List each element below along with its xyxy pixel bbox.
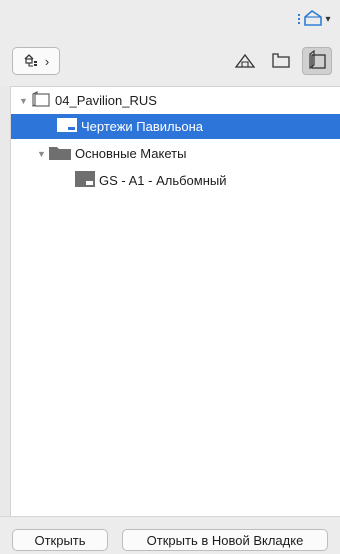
project-map-button[interactable] [230,47,260,75]
bottom-bar: Открыть Открыть в Новой Вкладке [0,516,340,554]
navigator-toolbar: › [0,42,340,86]
disclosure-triangle-icon[interactable]: ▼ [19,96,31,106]
tree-item-label: Основные Макеты [75,146,187,161]
navigator-view-switch [230,47,332,75]
tree-item-drawings[interactable]: Чертежи Павильона [11,114,340,139]
tree-view-button[interactable]: › [12,47,60,75]
project-map-icon [234,51,256,72]
layout-view-icon [297,9,323,30]
navigator-tree[interactable]: ▼ 04_Pavilion_RUS Чертежи Павильона ▼ Ос… [10,86,340,517]
layout-book-icon [31,91,51,110]
tree-item-project[interactable]: ▼ 04_Pavilion_RUS [11,88,340,113]
chevron-down-icon: ▾ [325,13,331,25]
view-type-dropdown[interactable]: ▾ [292,7,336,31]
tree-item-master-gs-a1[interactable]: GS - A1 - Альбомный [11,168,340,193]
top-bar: ▾ [0,0,340,43]
master-layout-icon [75,171,95,190]
tree-structure-icon [23,52,39,71]
folder-icon [49,145,71,163]
chevron-right-icon: › [44,53,50,69]
layout-book-icon [306,49,328,73]
disclosure-triangle-icon[interactable]: ▼ [37,149,49,159]
open-in-new-tab-button[interactable]: Открыть в Новой Вкладке [122,529,328,551]
tree-item-master-layouts[interactable]: ▼ Основные Макеты [11,141,340,166]
tree-item-label: GS - A1 - Альбомный [99,173,227,188]
layout-sheet-icon [57,118,77,135]
view-map-icon [270,51,292,72]
tree-item-label: Чертежи Павильона [81,119,204,134]
tree-item-label: 04_Pavilion_RUS [55,93,157,108]
open-button[interactable]: Открыть [12,529,108,551]
view-map-button[interactable] [266,47,296,75]
layout-book-button[interactable] [302,47,332,75]
